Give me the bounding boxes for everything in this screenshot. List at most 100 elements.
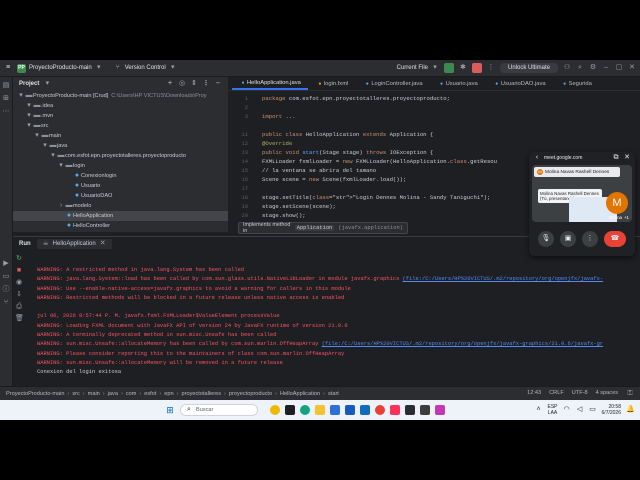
hangup-icon[interactable]: ☎ xyxy=(604,231,626,247)
tree-row[interactable]: ▾ ▬ .idea xyxy=(13,101,228,111)
breadcrumb-item[interactable]: esfot xyxy=(144,391,156,397)
close-icon[interactable]: ✕ xyxy=(628,64,636,72)
app-icon[interactable] xyxy=(420,405,430,415)
editor-tab[interactable]: ● Usuario.java xyxy=(431,77,485,90)
more-icon[interactable]: ⋮ xyxy=(487,64,495,72)
tree-row[interactable]: ● Conexionlogin xyxy=(13,171,228,181)
stop-icon[interactable]: ■ xyxy=(15,267,23,275)
more-icon[interactable]: ⋯ xyxy=(2,108,10,116)
tree-row[interactable]: › ▬ modelo xyxy=(13,201,228,211)
debug-icon[interactable]: ✱ xyxy=(459,64,467,72)
tree-row[interactable]: ● Usuario xyxy=(13,181,228,191)
close-icon[interactable]: ✕ xyxy=(623,154,631,162)
print-icon[interactable]: ⎙ xyxy=(15,303,23,311)
project-panel-title[interactable]: Project xyxy=(19,81,39,87)
breadcrumb-item[interactable]: java xyxy=(108,391,118,397)
breadcrumb-item[interactable]: start xyxy=(328,391,339,397)
vcs-menu[interactable]: ⑂ Version Control ▾ xyxy=(114,64,177,72)
maximize-icon[interactable]: ▢ xyxy=(615,64,623,72)
more-icon[interactable]: ⋮ xyxy=(202,80,210,88)
chevron-up-icon[interactable]: ˄ xyxy=(535,406,543,414)
console-output[interactable]: WARNING: A restricted method in java.lan… xyxy=(37,266,637,376)
tree-row[interactable]: ▾ ▬ login xyxy=(13,161,228,171)
pip-return-icon[interactable]: ⧉ xyxy=(612,154,620,162)
file-encoding[interactable]: UTF-8 xyxy=(572,390,588,398)
wifi-icon[interactable]: ◠ xyxy=(563,406,571,414)
chrome-active-icon[interactable] xyxy=(375,405,385,415)
user-icon[interactable]: ⚇ xyxy=(563,64,571,72)
chevron-down-icon[interactable]: ▾ xyxy=(43,80,51,88)
chrome-icon[interactable] xyxy=(270,405,280,415)
editor-tab[interactable]: ● HelloApplication.java xyxy=(232,77,308,90)
rerun-icon[interactable] xyxy=(443,63,454,73)
clock[interactable]: 20:58 6/7/2026 xyxy=(602,404,621,416)
git-icon[interactable]: ⑂ xyxy=(2,299,10,307)
editor-tab[interactable]: ● login.fxml xyxy=(309,77,355,90)
search-icon[interactable]: ⌕ xyxy=(576,64,584,72)
console-link[interactable]: (file:/C:/Users/HP%20VICTUS/.m2/reposito… xyxy=(403,276,604,282)
tree-row[interactable]: ▾ ▬ ProyectoProducto-main [Crud] C:\Users\H… xyxy=(13,91,228,101)
run-config-select[interactable]: Current File ▾ xyxy=(397,64,439,72)
windows-start-icon[interactable]: ⊞ xyxy=(166,406,174,415)
add-icon[interactable]: + xyxy=(166,80,174,88)
intellij-icon[interactable] xyxy=(390,405,400,415)
trash-icon[interactable]: 🗑 xyxy=(15,315,24,323)
camera-icon[interactable]: ◉ xyxy=(15,279,23,287)
caret-position[interactable]: 12:43 xyxy=(527,390,541,398)
minimize-icon[interactable]: – xyxy=(602,64,610,72)
language-indicator[interactable]: ESP LAA xyxy=(548,404,558,416)
breadcrumb-item[interactable]: proyectoproducto xyxy=(229,391,272,397)
tree-row[interactable]: ▾ ▬ src xyxy=(13,121,228,131)
battery-icon[interactable]: ▭ xyxy=(589,406,597,414)
editor-tab[interactable]: ● UsuarioDAO.java xyxy=(486,77,553,90)
notification-icon[interactable]: 🔔 xyxy=(626,406,635,414)
stop-icon[interactable] xyxy=(471,63,482,73)
file-explorer-icon[interactable] xyxy=(315,405,325,415)
breadcrumb-item[interactable]: main xyxy=(88,391,100,397)
unlock-ultimate-button[interactable]: Unlock Ultimate xyxy=(499,63,558,73)
tree-row[interactable]: ▾ ▬ com.esfot.epn.proyectotalleres.proyect… xyxy=(13,151,228,161)
mail-icon[interactable] xyxy=(360,405,370,415)
snipping-icon[interactable] xyxy=(435,405,445,415)
project-switcher[interactable]: PP ProyectoProducto-main ▾ xyxy=(17,63,103,73)
terminal-icon[interactable]: ▭ xyxy=(2,273,10,281)
indent-setting[interactable]: 4 spaces xyxy=(596,390,618,398)
edge-icon[interactable] xyxy=(300,405,310,415)
settings-icon[interactable]: ⚙ xyxy=(589,64,597,72)
run-icon[interactable]: ▶ xyxy=(2,260,10,268)
breadcrumb-item[interactable]: src xyxy=(72,391,79,397)
camera-icon[interactable]: ▣ xyxy=(560,231,576,247)
collapse-icon[interactable]: ⇕ xyxy=(190,80,198,88)
problems-icon[interactable]: ⓘ xyxy=(2,286,10,294)
console-link[interactable]: (file:/C:/Users/HP%20VICTUS/.m2/reposito… xyxy=(322,341,603,347)
microphone-icon[interactable]: 🎙 xyxy=(538,231,554,247)
lock-icon[interactable]: ⚿ xyxy=(626,390,634,398)
tree-row[interactable]: ▾ ▬ java xyxy=(13,141,228,151)
hide-icon[interactable]: – xyxy=(214,80,222,88)
breadcrumb-item[interactable]: epn xyxy=(164,391,173,397)
store-icon[interactable] xyxy=(330,405,340,415)
tree-row[interactable]: ● HelloApplication xyxy=(13,211,228,221)
tree-row[interactable]: ● UsuarioDAO xyxy=(13,191,228,201)
scroll-end-icon[interactable]: ⇩ xyxy=(15,291,23,299)
taskbar-search[interactable]: ⌕ Buscar xyxy=(180,404,258,416)
more-options-icon[interactable]: ⋮ xyxy=(582,231,598,247)
back-icon[interactable]: ‹ xyxy=(533,154,541,162)
locate-icon[interactable]: ◎ xyxy=(178,80,186,88)
volume-icon[interactable]: ◁ xyxy=(576,406,584,414)
run-tab[interactable]: ☕ HelloApplication ✕ xyxy=(36,238,112,249)
breadcrumb-item[interactable]: HelloApplication xyxy=(280,391,320,397)
app-menu-icon[interactable]: ≡ xyxy=(4,64,12,72)
breadcrumb-item[interactable]: proyectotalleres xyxy=(182,391,222,397)
line-separator[interactable]: CRLF xyxy=(549,390,564,398)
breadcrumb-item[interactable]: com xyxy=(126,391,137,397)
tree-row[interactable]: ▾ ▬ main xyxy=(13,131,228,141)
terminal-app-icon[interactable] xyxy=(405,405,415,415)
tree-row[interactable]: ● HelloController xyxy=(13,221,228,231)
word-icon[interactable] xyxy=(345,405,355,415)
rerun-icon[interactable]: ↻ xyxy=(15,255,23,263)
taskview-icon[interactable] xyxy=(285,405,295,415)
breadcrumb-item[interactable]: ProyectoProducto-main xyxy=(6,391,64,397)
editor-tab[interactable]: ● LoginController.java xyxy=(356,77,429,90)
close-icon[interactable]: ✕ xyxy=(99,240,107,248)
